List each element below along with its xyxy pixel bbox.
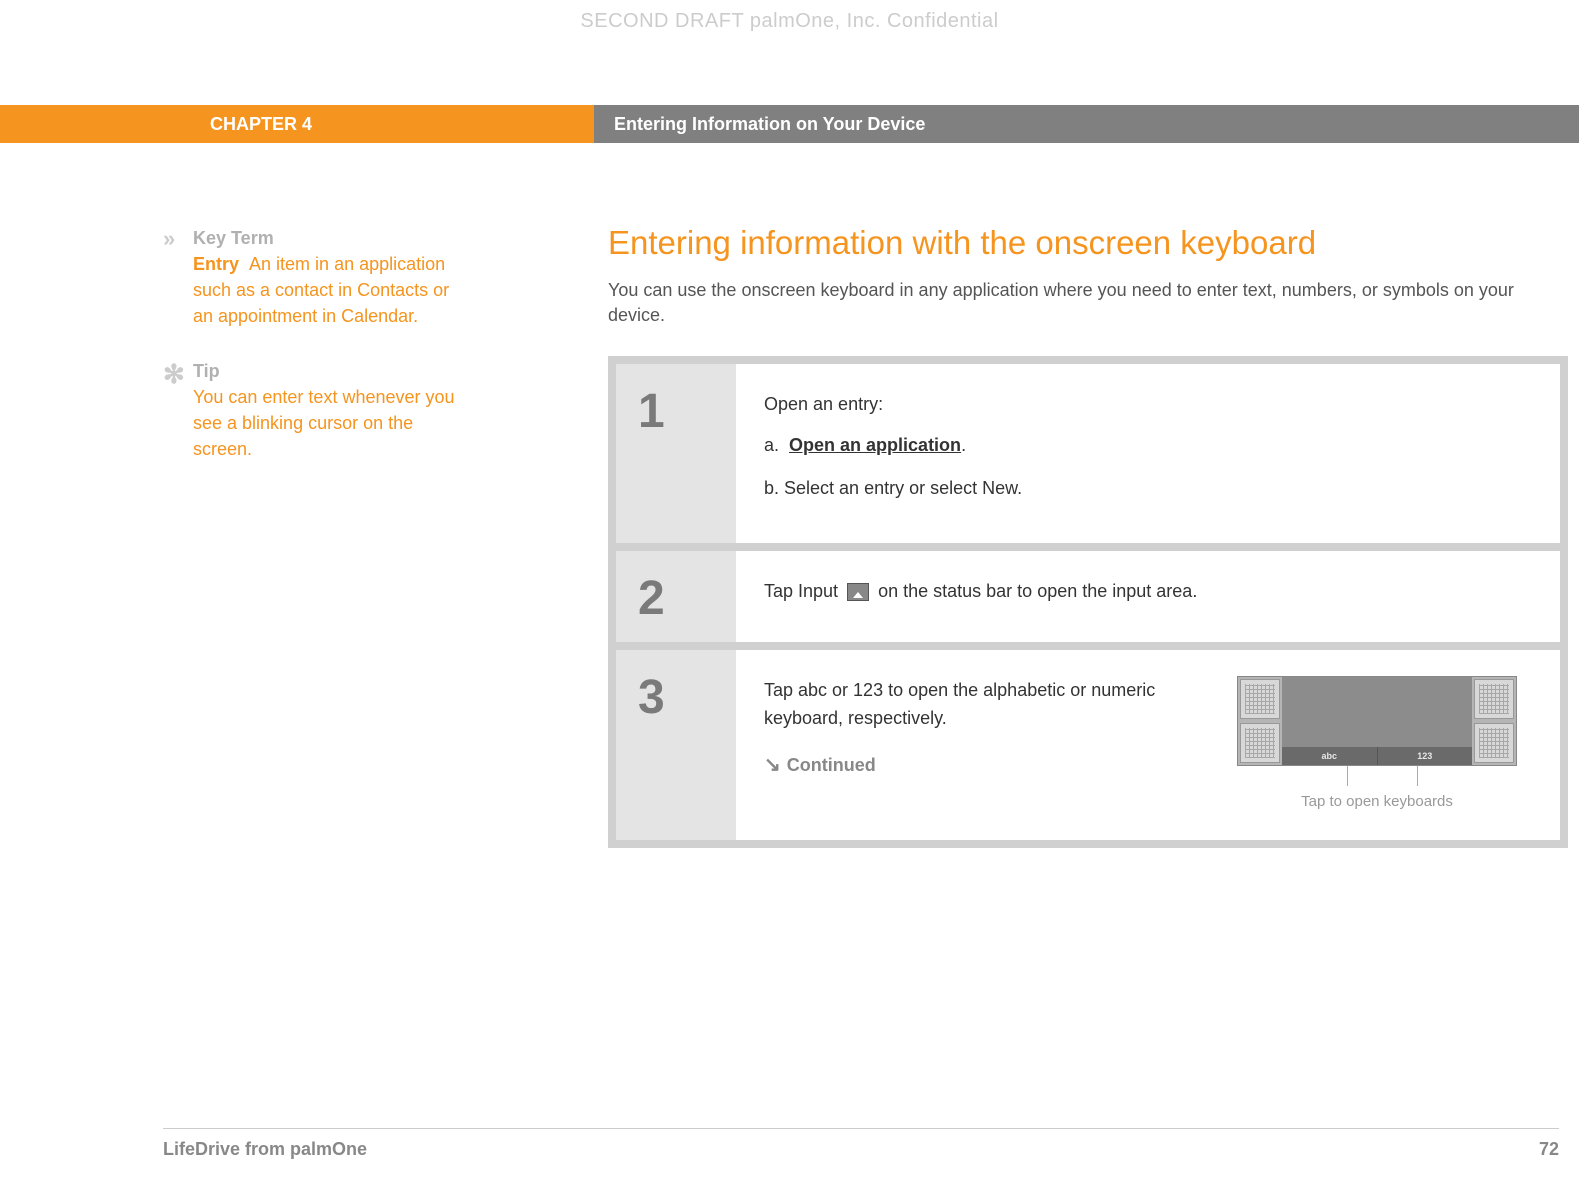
sidebar: » Key Term Entry An item in an applicati… <box>163 228 463 495</box>
key-term-text: Entry An item in an application such as … <box>193 251 463 329</box>
step-2: 2 Tap Input on the status bar to open th… <box>616 551 1560 642</box>
key-term-heading: Key Term <box>193 228 463 249</box>
diagram-right-icons <box>1472 677 1516 765</box>
step-1-sub-a: a. Open an application. <box>764 431 1532 460</box>
step-3-text: Tap abc or 123 to open the alphabetic or… <box>764 676 1192 734</box>
header-bar: CHAPTER 4 Entering Information on Your D… <box>0 105 1579 143</box>
diagram-writing-area <box>1282 677 1472 747</box>
watermark-text: SECOND DRAFT palmOne, Inc. Confidential <box>0 10 1579 33</box>
123-tab: 123 <box>1378 747 1473 765</box>
abc-tab: abc <box>1282 747 1378 765</box>
step-2-text: Tap Input on the status bar to open the … <box>764 577 1532 606</box>
intro-paragraph: You can use the onscreen keyboard in any… <box>608 278 1568 328</box>
diagram-left-icons <box>1238 677 1282 765</box>
open-application-link[interactable]: Open an application <box>789 435 961 455</box>
step-1-lead: Open an entry: <box>764 390 1532 419</box>
step-1-sub-b: b. Select an entry or select New. <box>764 474 1532 503</box>
footer-page-number: 72 <box>1539 1139 1559 1160</box>
key-term-icon: » <box>163 228 193 250</box>
key-term-word: Entry <box>193 254 239 274</box>
page-title: Entering information with the onscreen k… <box>608 224 1568 262</box>
step-number: 2 <box>616 551 736 642</box>
step-1: 1 Open an entry: a. Open an application.… <box>616 364 1560 542</box>
input-icon <box>847 583 869 601</box>
footer: LifeDrive from palmOne 72 <box>163 1128 1559 1160</box>
tip-heading: Tip <box>193 361 463 382</box>
main-content: Entering information with the onscreen k… <box>608 224 1568 848</box>
continued-indicator: ↘Continued <box>764 751 1192 780</box>
keyboard-diagram: abc 123 Tap to open keyboards <box>1222 676 1532 814</box>
tip-icon: ✻ <box>163 361 193 387</box>
section-title: Entering Information on Your Device <box>594 105 1579 143</box>
footer-product: LifeDrive from palmOne <box>163 1139 367 1160</box>
step-3: 3 Tap abc or 123 to open the alphabetic … <box>616 650 1560 840</box>
chapter-label: CHAPTER 4 <box>0 105 594 143</box>
step-number: 3 <box>616 650 736 840</box>
steps-container: 1 Open an entry: a. Open an application.… <box>608 356 1568 847</box>
diagram-caption: Tap to open keyboards <box>1222 790 1532 814</box>
step-number: 1 <box>616 364 736 542</box>
tip-text: You can enter text whenever you see a bl… <box>193 384 463 462</box>
continued-arrow-icon: ↘ <box>764 755 781 775</box>
tip-block: ✻ Tip You can enter text whenever you se… <box>163 361 463 462</box>
key-term-block: » Key Term Entry An item in an applicati… <box>163 228 463 329</box>
